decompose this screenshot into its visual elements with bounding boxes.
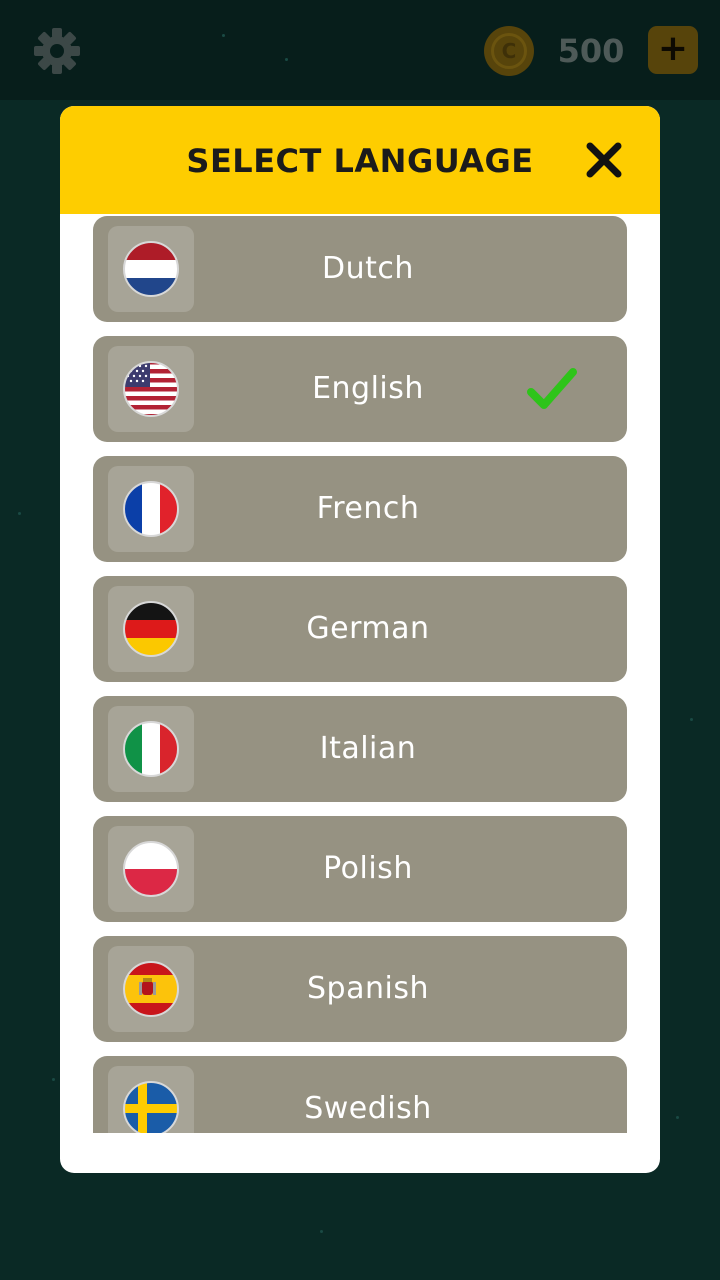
language-item-spanish[interactable]: Spanish <box>93 936 627 1042</box>
flag-frame <box>108 1066 194 1133</box>
language-label: English <box>312 371 424 406</box>
gear-icon[interactable] <box>32 26 82 76</box>
background-star <box>676 1116 679 1119</box>
flag-frame <box>108 826 194 912</box>
flag-frame <box>108 466 194 552</box>
language-label: Spanish <box>307 971 429 1006</box>
poland-flag-icon <box>123 841 179 897</box>
language-label: Dutch <box>322 251 414 286</box>
sweden-flag-icon <box>123 1081 179 1133</box>
language-label: French <box>316 491 420 526</box>
flag-frame <box>108 946 194 1032</box>
spain-flag-icon <box>123 961 179 1017</box>
language-item-french[interactable]: French <box>93 456 627 562</box>
add-coins-button[interactable]: + <box>648 26 698 74</box>
coin-icon: C <box>484 26 534 76</box>
france-flag-icon <box>123 481 179 537</box>
background-star <box>690 718 693 721</box>
checkmark-icon <box>527 368 577 409</box>
language-label: Italian <box>319 731 417 766</box>
language-label: Swedish <box>304 1091 432 1126</box>
language-label: German <box>306 611 430 646</box>
usa-flag-icon <box>123 361 179 417</box>
language-item-english[interactable]: English <box>93 336 627 442</box>
top-bar: C 500 + <box>0 0 720 100</box>
flag-frame <box>108 586 194 672</box>
language-item-italian[interactable]: Italian <box>93 696 627 802</box>
coin-count: 500 <box>557 32 625 70</box>
language-item-dutch[interactable]: Dutch <box>93 216 627 322</box>
dialog-title: SELECT LANGUAGE <box>186 142 534 180</box>
germany-flag-icon <box>123 601 179 657</box>
coin-symbol: C <box>491 33 527 69</box>
language-item-swedish[interactable]: Swedish <box>93 1056 627 1133</box>
close-icon[interactable] <box>580 136 628 184</box>
background-star <box>285 58 288 61</box>
dialog-header: SELECT LANGUAGE <box>60 106 660 214</box>
background-star <box>52 1078 55 1081</box>
netherlands-flag-icon <box>123 241 179 297</box>
background-star <box>18 512 21 515</box>
flag-frame <box>108 346 194 432</box>
select-language-dialog: SELECT LANGUAGE Dutch English French Ger… <box>60 106 660 1173</box>
flag-frame <box>108 706 194 792</box>
italy-flag-icon <box>123 721 179 777</box>
background-star <box>320 1230 323 1233</box>
language-list[interactable]: Dutch English French German Italian Poli… <box>60 214 660 1133</box>
language-label: Polish <box>323 851 413 886</box>
flag-frame <box>108 226 194 312</box>
language-item-german[interactable]: German <box>93 576 627 682</box>
background-star <box>222 34 225 37</box>
language-item-polish[interactable]: Polish <box>93 816 627 922</box>
